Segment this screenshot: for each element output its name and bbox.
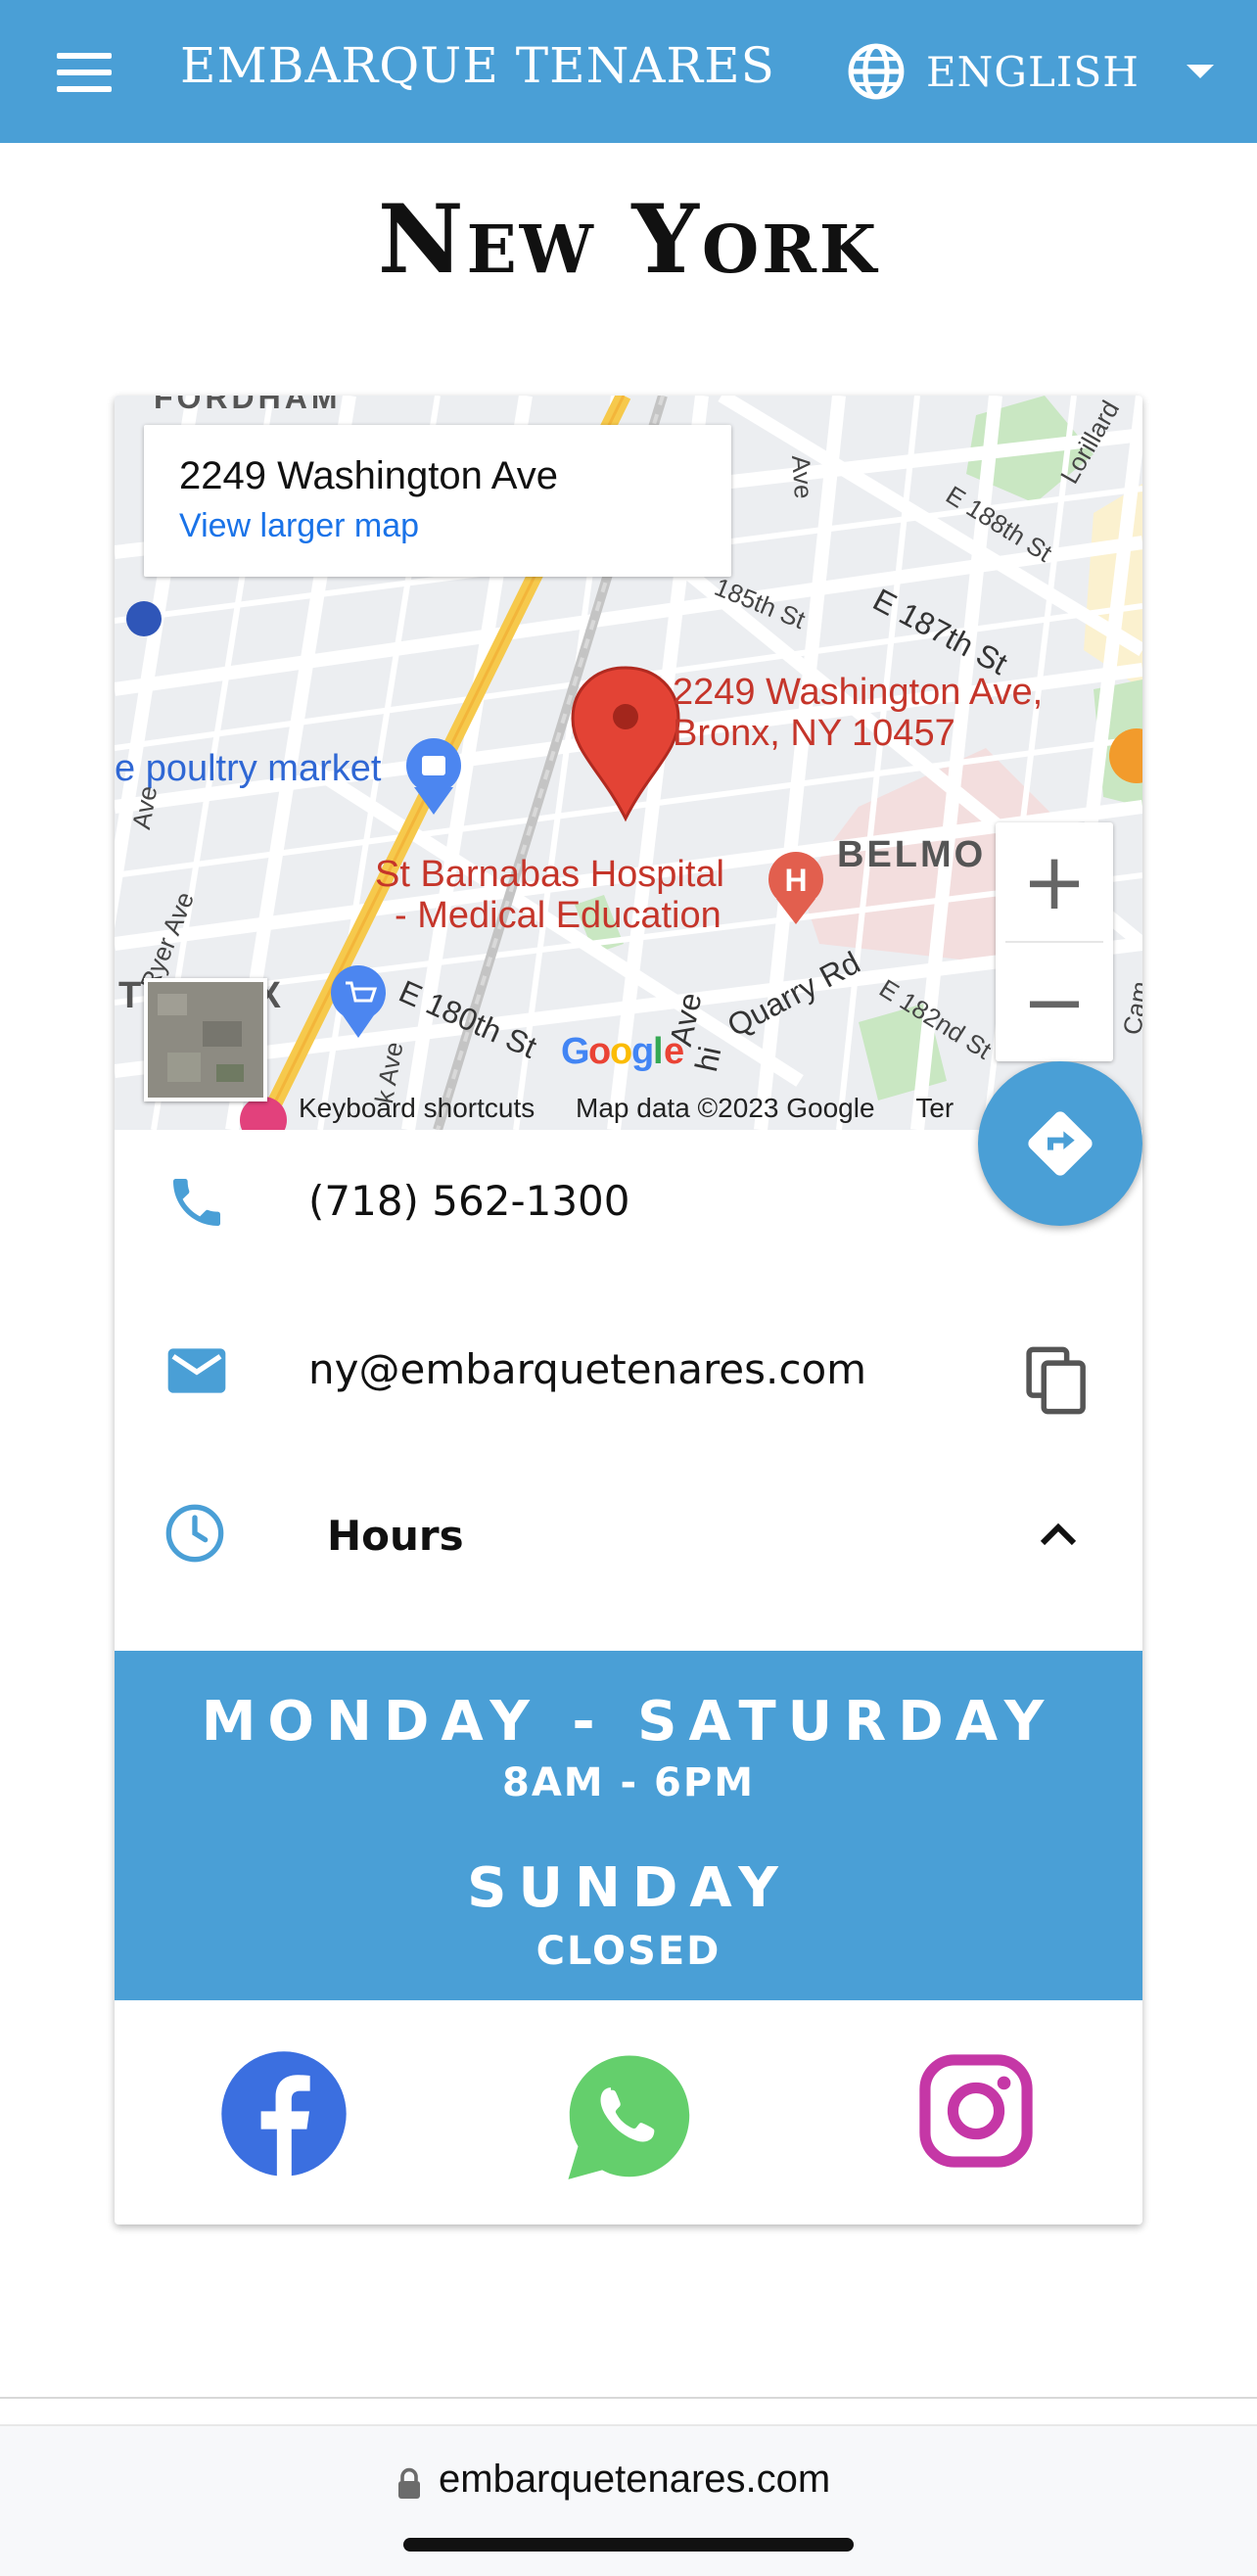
area-fordham-label: FORDHAM [154, 396, 342, 415]
svg-text:o: o [588, 1031, 611, 1072]
zoom-in-button[interactable]: + [996, 822, 1113, 941]
area-belmont-label: BELMO [837, 834, 987, 875]
phone-icon [173, 1179, 220, 1226]
map-footer: Keyboard shortcuts Map data ©2023 Google… [299, 1093, 954, 1124]
email-address[interactable]: ny@embarquetenares.com [308, 1345, 866, 1393]
phone-number[interactable]: (718) 562-1300 [308, 1177, 630, 1225]
embedded-map[interactable]: H G o o g l e 2249 Washington Ave, Bronx… [115, 396, 1142, 1130]
map-data-attribution[interactable]: Map data ©2023 Google [576, 1093, 875, 1123]
facebook-icon[interactable] [220, 2050, 348, 2178]
language-label: ENGLISH [926, 47, 1140, 96]
location-card: H G o o g l e 2249 Washington Ave, Bronx… [115, 396, 1142, 2225]
sunday-time: CLOSED [535, 1929, 722, 1974]
poi-hospital-label: St Barnabas Hospital - Medical Education [375, 854, 724, 936]
hours-panel: MONDAY - SATURDAY 8AM - 6PM SUNDAY CLOSE… [115, 1651, 1142, 2000]
weekday-days: MONDAY - SATURDAY [201, 1690, 1056, 1754]
language-selector[interactable]: ENGLISH [846, 37, 1214, 106]
map-info-box: 2249 Washington Ave View larger map [144, 425, 731, 577]
hamburger-menu-icon[interactable] [57, 53, 112, 92]
top-app-bar: EMBARQUE TENARES ENGLISH [0, 0, 1257, 143]
email-row[interactable]: ny@embarquetenares.com [115, 1316, 1142, 1482]
map-zoom-controls: + − [996, 822, 1113, 1061]
view-larger-map-link[interactable]: View larger map [179, 507, 419, 545]
map-info-address: 2249 Washington Ave [179, 454, 558, 497]
chevron-down-icon [1186, 65, 1214, 78]
email-icon [167, 1348, 226, 1393]
chevron-up-icon[interactable] [1039, 1520, 1078, 1547]
poi-hospital-line2: - Medical Education [395, 895, 722, 936]
pin-address-label: 2249 Washington Ave, Bronx, NY 10457 [673, 672, 1043, 754]
copy-icon[interactable] [1025, 1345, 1090, 1416]
svg-text:g: g [631, 1031, 654, 1072]
lock-icon [398, 2467, 420, 2499]
svg-text:o: o [610, 1031, 632, 1072]
pin-label-line2: Bronx, NY 10457 [673, 713, 955, 754]
satellite-toggle[interactable] [144, 978, 267, 1101]
sunday-days: SUNDAY [467, 1856, 790, 1920]
terms-link[interactable]: Ter [915, 1093, 954, 1123]
browser-url[interactable]: embarquetenares.com [439, 2458, 830, 2502]
hours-toggle[interactable]: Hours [115, 1482, 1142, 1649]
instagram-icon[interactable] [915, 2050, 1037, 2172]
svg-text:H: H [784, 863, 807, 898]
svg-text:G: G [561, 1031, 590, 1072]
weekday-time: 8AM - 6PM [502, 1760, 755, 1805]
poi-hospital-line1: St Barnabas Hospital [375, 854, 724, 895]
keyboard-shortcuts-link[interactable]: Keyboard shortcuts [299, 1093, 535, 1123]
svg-text:l: l [653, 1031, 664, 1072]
zoom-out-button[interactable]: − [996, 943, 1113, 1061]
page-title: New York [377, 184, 880, 295]
brand-title[interactable]: EMBARQUE TENARES [180, 37, 775, 94]
directions-icon [1028, 1111, 1093, 1176]
globe-icon [848, 43, 905, 100]
directions-button[interactable] [978, 1061, 1142, 1226]
hours-label: Hours [327, 1512, 464, 1560]
footer-divider [0, 2397, 1257, 2399]
street-label: Ave [786, 454, 819, 500]
clock-icon [165, 1504, 224, 1563]
home-indicator[interactable] [403, 2538, 854, 2552]
whatsapp-icon[interactable] [563, 2050, 696, 2183]
satellite-thumbnail-icon [148, 982, 263, 1098]
poi-market-label: e poultry market [115, 748, 382, 789]
